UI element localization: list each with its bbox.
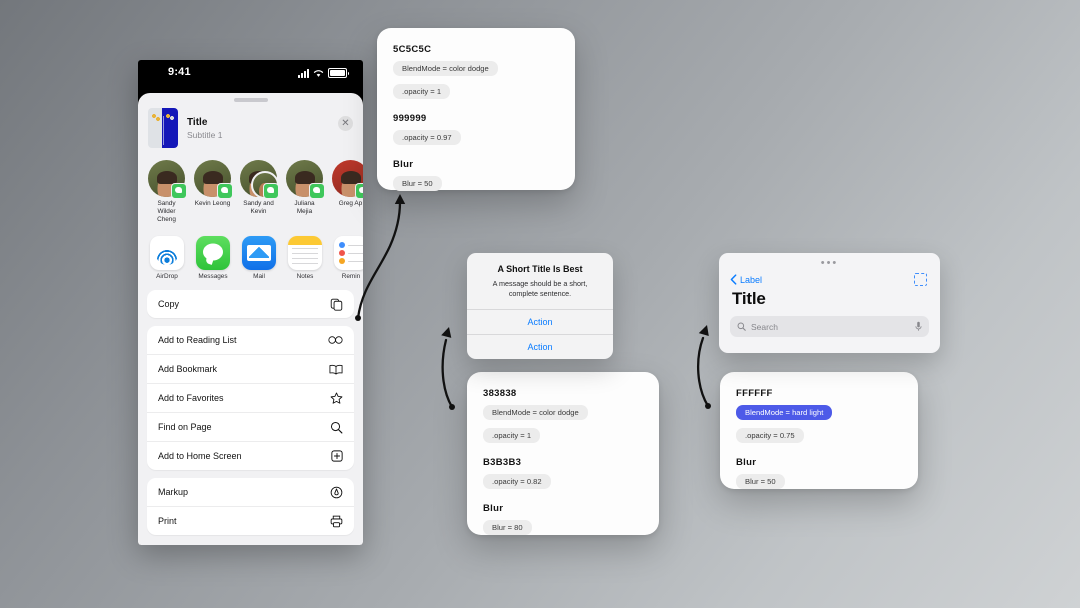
annotation-arrows — [355, 194, 711, 410]
arrow-card-b-to-alert — [441, 327, 455, 410]
arrow-card-c-to-nav-card — [697, 325, 711, 409]
canvas: 9:41 Title Subtitle 1 ✕ Sandy Wilder Che… — [0, 0, 1080, 608]
arrow-phone-to-card-a — [355, 194, 406, 321]
